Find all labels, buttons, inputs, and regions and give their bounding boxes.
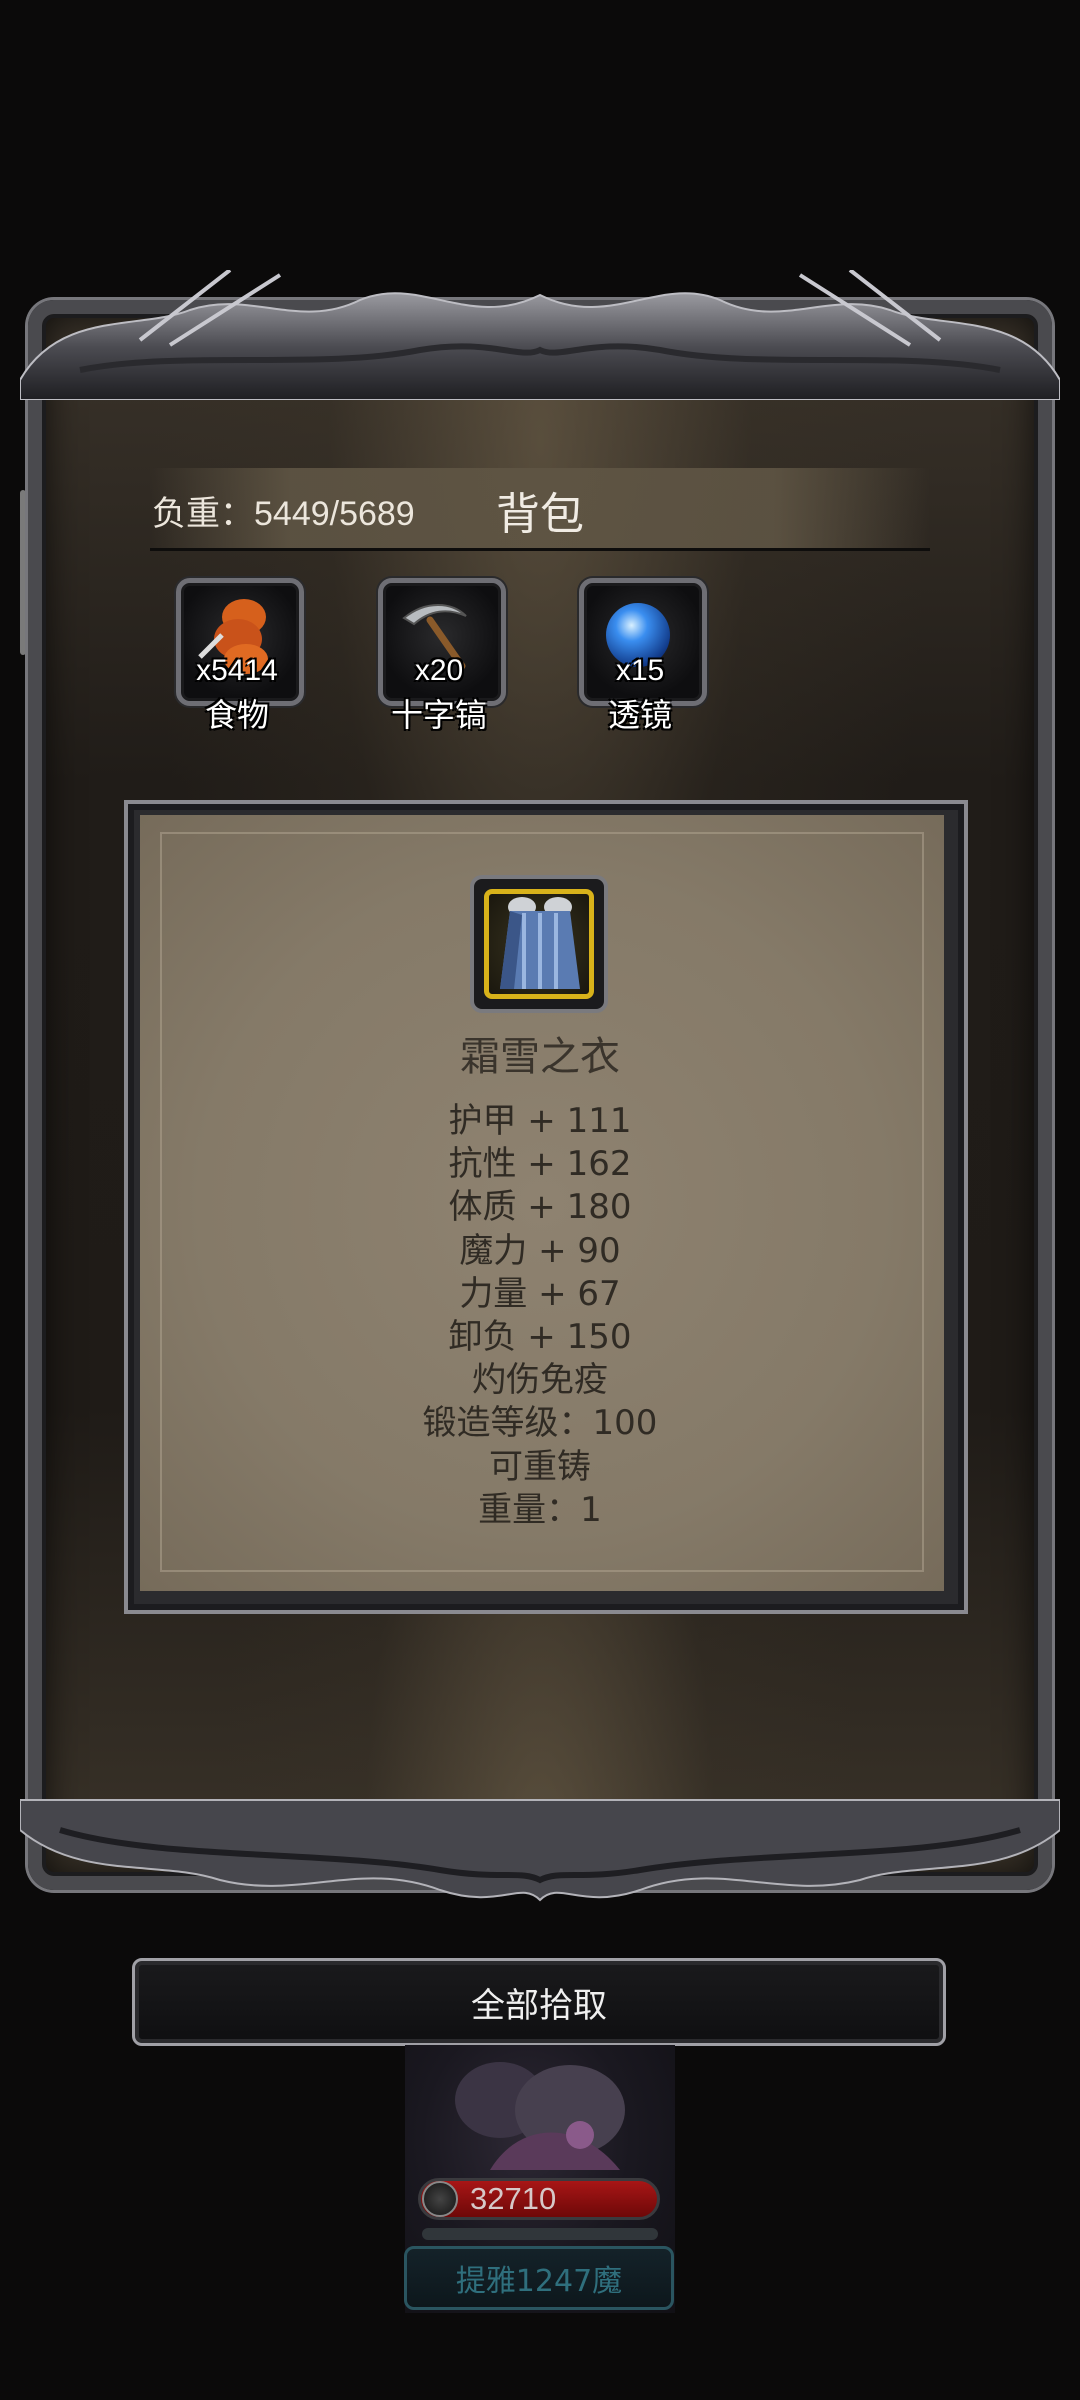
pickaxe-label: 十字镐 bbox=[390, 696, 487, 734]
panel-bottom-ornament bbox=[20, 1799, 1060, 1902]
character-silhouette bbox=[455, 2062, 625, 2170]
stat-line: 可重铸 bbox=[489, 1446, 591, 1487]
carry-weight-label: 负重：5449/5689 bbox=[152, 495, 415, 533]
item-name: 霜雪之衣 bbox=[460, 1034, 620, 1080]
pickup-all-button[interactable]: 全部拾取 bbox=[132, 1958, 946, 2046]
stat-line: 力量 + 67 bbox=[459, 1273, 621, 1314]
character-rank-button[interactable]: 提雅1247魔 bbox=[404, 2246, 674, 2310]
stat-line: 锻造等级：100 bbox=[422, 1403, 658, 1444]
header-divider bbox=[150, 548, 930, 551]
lens-count: x15 bbox=[615, 654, 665, 687]
secondary-bar bbox=[422, 2228, 658, 2240]
pickaxe-count: x20 bbox=[414, 654, 464, 687]
frost-cloak-icon bbox=[500, 897, 580, 989]
lens-label: 透镜 bbox=[607, 696, 672, 734]
page-title: 背包 bbox=[496, 489, 584, 540]
food-count: x5414 bbox=[196, 654, 278, 687]
stat-line: 灼伤免疫 bbox=[472, 1360, 608, 1401]
scroll-indicator[interactable] bbox=[20, 490, 26, 655]
stat-line: 卸负 + 150 bbox=[448, 1316, 632, 1357]
food-label: 食物 bbox=[204, 696, 269, 734]
shield-icon bbox=[422, 2181, 458, 2217]
stat-line: 护甲 + 111 bbox=[448, 1101, 632, 1141]
item-stats: 护甲 + 111 抗性 + 162 体质 + 180 魔力 + 90 力量 + … bbox=[290, 1100, 790, 1532]
stat-line: 魔力 + 90 bbox=[459, 1230, 621, 1271]
panel-top-ornament bbox=[20, 270, 1060, 400]
hp-value: 32710 bbox=[470, 2181, 557, 2216]
stat-line: 抗性 + 162 bbox=[448, 1144, 632, 1185]
stat-line: 重量：1 bbox=[478, 1489, 602, 1530]
stat-line: 体质 + 180 bbox=[448, 1187, 632, 1228]
